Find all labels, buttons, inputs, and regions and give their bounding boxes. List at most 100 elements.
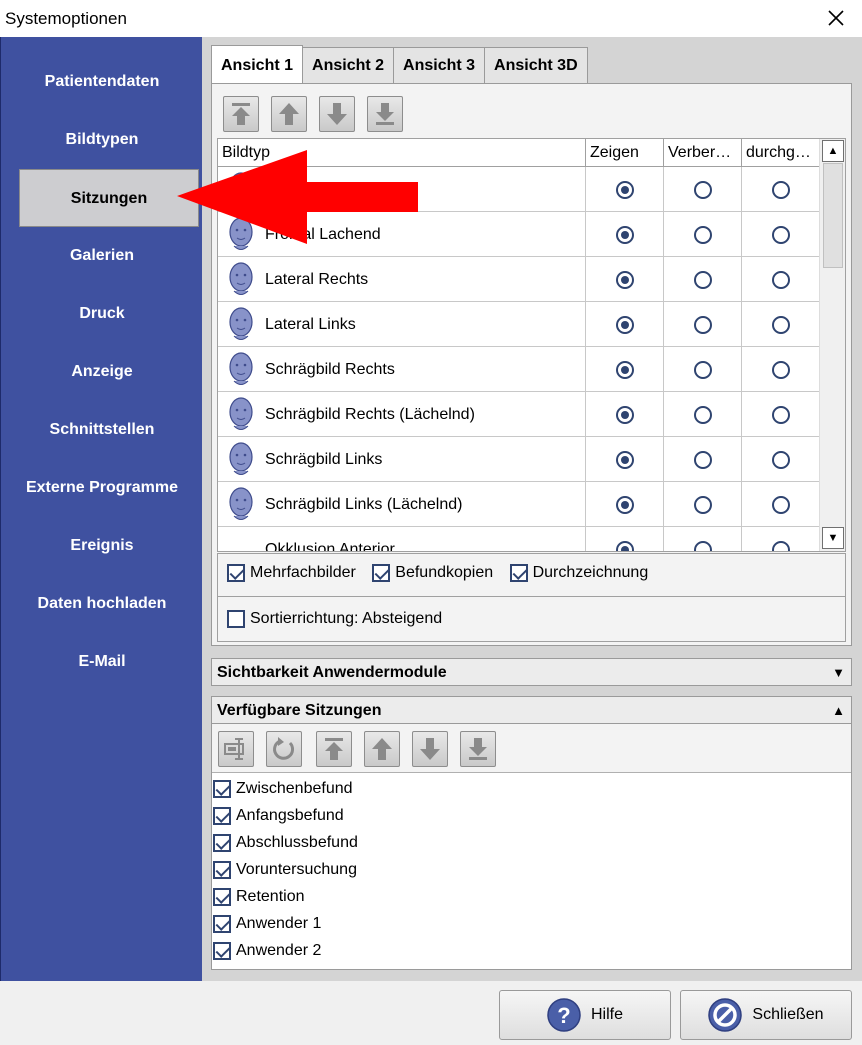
move-down-button[interactable]: [319, 96, 355, 132]
table-row[interactable]: Schrägbild Rechts: [218, 347, 820, 392]
scroll-down-button[interactable]: ▼: [822, 527, 844, 549]
section-available-sessions[interactable]: Verfügbare Sitzungen ▲: [211, 696, 852, 724]
table-row[interactable]: Okklusion Anterior: [218, 527, 820, 551]
sessions-move-up-button[interactable]: [364, 731, 400, 767]
arrow-down-icon: [327, 103, 347, 125]
sidebar-item-externe-programme[interactable]: Externe Programme: [1, 459, 203, 517]
tab-ansicht-3[interactable]: Ansicht 3: [393, 47, 486, 83]
zeigen-cell: [586, 257, 664, 302]
durchgehend-radio[interactable]: [772, 225, 790, 244]
help-button[interactable]: ? Hilfe: [499, 990, 671, 1040]
durchgehend-radio[interactable]: [772, 360, 790, 379]
durchzeichnung-checkbox[interactable]: Durchzeichnung: [509, 564, 648, 582]
durchgehend-radio[interactable]: [772, 450, 790, 469]
durchgehend-radio[interactable]: [772, 180, 790, 199]
cancel-icon: [708, 998, 743, 1032]
verbergen-radio[interactable]: [693, 225, 712, 244]
table-row[interactable]: Schrägbild Links (Lächelnd): [218, 482, 820, 527]
zeigen-radio[interactable]: [615, 180, 634, 199]
session-checkbox[interactable]: [213, 860, 231, 879]
chevron-double-up-icon[interactable]: ▲: [832, 697, 845, 725]
sidebar-item-schnittstellen[interactable]: Schnittstellen: [1, 401, 203, 459]
zeigen-radio[interactable]: [615, 495, 634, 514]
verbergen-radio[interactable]: [693, 360, 712, 379]
table-row[interactable]: Schrägbild Rechts (Lächelnd): [218, 392, 820, 437]
sidebar-item-anzeige[interactable]: Anzeige: [1, 343, 203, 401]
session-checkbox[interactable]: [213, 941, 231, 960]
verbergen-radio[interactable]: [693, 180, 712, 199]
sidebar-item-galerien[interactable]: Galerien: [1, 227, 203, 285]
durchgehend-cell: [742, 167, 820, 212]
sessions-move-top-button[interactable]: [316, 731, 352, 767]
close-icon[interactable]: [824, 6, 848, 30]
tab-ansicht-1[interactable]: Ansicht 1: [211, 45, 304, 83]
verbergen-radio[interactable]: [693, 315, 712, 334]
sessions-move-down-button[interactable]: [412, 731, 448, 767]
tab-ansicht-2[interactable]: Ansicht 2: [302, 47, 395, 83]
verbergen-radio[interactable]: [693, 540, 712, 551]
session-list-item[interactable]: Zwischenbefund: [213, 775, 353, 802]
sessions-move-bottom-button[interactable]: [460, 731, 496, 767]
zeigen-radio[interactable]: [615, 225, 634, 244]
move-top-button[interactable]: [223, 96, 259, 132]
session-list-item[interactable]: Abschlussbefund: [213, 829, 358, 856]
refresh-button[interactable]: [266, 731, 302, 767]
bildtyp-cell: Schrägbild Links (Lächelnd): [218, 482, 586, 527]
zeigen-radio[interactable]: [615, 450, 634, 469]
tab-ansicht-3d[interactable]: Ansicht 3D: [484, 47, 588, 83]
scroll-up-button[interactable]: ▲: [822, 140, 844, 162]
rename-button[interactable]: [218, 731, 254, 767]
session-checkbox[interactable]: [213, 833, 231, 852]
durchgehend-radio[interactable]: [772, 270, 790, 289]
sidebar-item-druck[interactable]: Druck: [1, 285, 203, 343]
verbergen-radio[interactable]: [693, 270, 712, 289]
chevron-double-down-icon[interactable]: ▼: [832, 659, 845, 687]
zeigen-radio[interactable]: [615, 360, 634, 379]
sidebar-item-sitzungen[interactable]: Sitzungen: [19, 169, 199, 227]
move-up-button[interactable]: [271, 96, 307, 132]
zeigen-radio[interactable]: [615, 270, 634, 289]
zeigen-radio[interactable]: [615, 540, 634, 551]
grid-scrollbar[interactable]: ▲ ▼: [819, 139, 845, 551]
befundkopien-checkbox[interactable]: Befundkopien: [372, 564, 493, 582]
session-list-item[interactable]: Anwender 2: [213, 937, 321, 964]
mehrfachbilder-checkbox[interactable]: Mehrfachbilder: [227, 564, 356, 582]
verbergen-radio[interactable]: [693, 450, 712, 469]
session-list-item[interactable]: Retention: [213, 883, 305, 910]
durchgehend-radio[interactable]: [772, 495, 790, 514]
zeigen-radio[interactable]: [615, 315, 634, 334]
table-row[interactable]: Lateral Rechts: [218, 257, 820, 302]
session-list-item[interactable]: Voruntersuchung: [213, 856, 357, 883]
move-bottom-icon: [376, 103, 394, 125]
zeigen-radio[interactable]: [615, 405, 634, 424]
section-user-modules[interactable]: Sichtbarkeit Anwendermodule ▼: [211, 658, 852, 686]
sidebar-item-patientendaten[interactable]: Patientendaten: [1, 53, 203, 111]
table-row[interactable]: Lateral Links: [218, 302, 820, 347]
column-header-durchgehend[interactable]: durchg…: [742, 139, 820, 167]
close-button[interactable]: Schließen: [680, 990, 852, 1040]
sidebar-item-email[interactable]: E-Mail: [1, 633, 203, 691]
durchgehend-radio[interactable]: [772, 540, 790, 551]
sidebar-item-daten-hochladen[interactable]: Daten hochladen: [1, 575, 203, 633]
session-checkbox[interactable]: [213, 806, 231, 825]
durchgehend-radio[interactable]: [772, 315, 790, 334]
verbergen-radio[interactable]: [693, 405, 712, 424]
move-bottom-button[interactable]: [367, 96, 403, 132]
table-row[interactable]: Schrägbild Links: [218, 437, 820, 482]
durchgehend-radio[interactable]: [772, 405, 790, 424]
session-list-item[interactable]: Anwender 1: [213, 910, 321, 937]
sortierrichtung-checkbox[interactable]: Sortierrichtung: Absteigend: [227, 610, 442, 628]
sidebar-item-bildtypen[interactable]: Bildtypen: [1, 111, 203, 169]
verbergen-cell: [664, 347, 742, 392]
column-header-verbergen[interactable]: Verber…: [664, 139, 742, 167]
sidebar-item-ereignis[interactable]: Ereignis: [1, 517, 203, 575]
session-checkbox[interactable]: [213, 914, 231, 933]
scroll-thumb[interactable]: [823, 163, 843, 268]
session-list-item[interactable]: Anfangsbefund: [213, 802, 344, 829]
durchgehend-cell: [742, 257, 820, 302]
session-checkbox[interactable]: [213, 779, 231, 798]
column-header-zeigen[interactable]: Zeigen: [586, 139, 664, 167]
verbergen-radio[interactable]: [693, 495, 712, 514]
session-checkbox[interactable]: [213, 887, 231, 906]
verbergen-cell: [664, 482, 742, 527]
